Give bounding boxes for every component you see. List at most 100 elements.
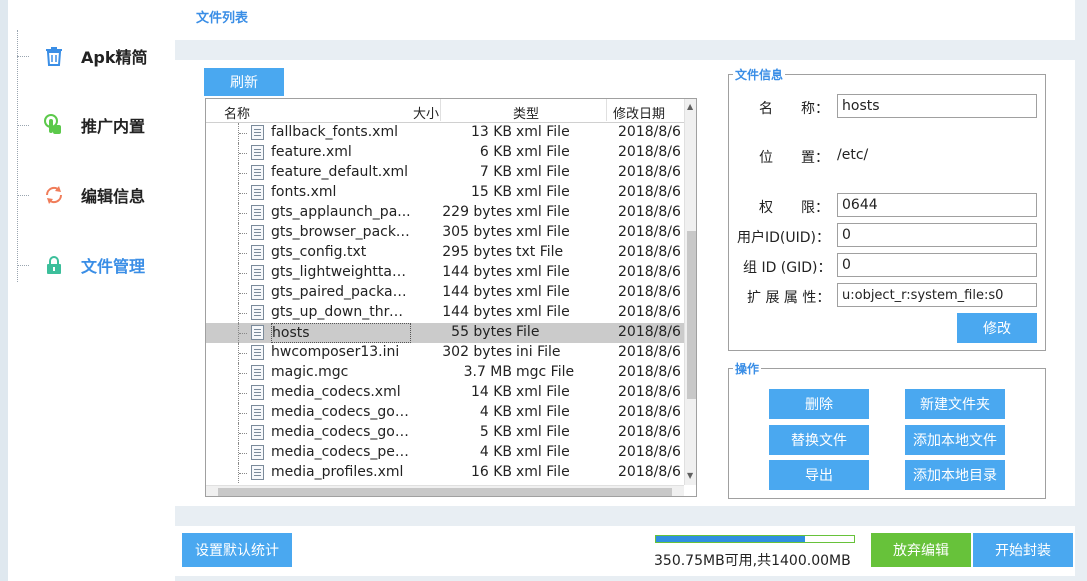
file-rows: fallback_fonts.xml 13 KB xml File 2018/8/6 …	[206, 123, 694, 486]
new-folder-button[interactable]: 新建文件夹	[905, 389, 1005, 419]
file-size: 295 bytes	[442, 244, 512, 260]
table-row[interactable]: feature_default.xml 7 KB xml File 2018/8/6 …	[206, 163, 694, 183]
table-row[interactable]: fallback_fonts.xml 13 KB xml File 2018/8/6 …	[206, 123, 694, 143]
scroll-up-icon[interactable]: ▲	[687, 102, 693, 111]
sidebar-item-apk-slim[interactable]: Apk精简	[17, 36, 167, 76]
start-package-button[interactable]: 开始封装	[973, 533, 1073, 567]
column-header-type[interactable]: 类型	[513, 103, 539, 122]
table-row[interactable]: gts_lightweighttas... 144 bytes xml File 20…	[206, 263, 694, 283]
file-date: 2018/8/6 1	[618, 424, 695, 440]
gid-field[interactable]	[837, 253, 1037, 277]
sidebar-item-edit-info[interactable]: 编辑信息	[17, 175, 167, 215]
extended-attr-field[interactable]	[837, 283, 1037, 307]
discard-edit-button[interactable]: 放弃编辑	[871, 533, 971, 567]
file-icon	[251, 325, 264, 340]
tree-connector	[238, 383, 248, 403]
name-field[interactable]	[837, 94, 1037, 118]
file-type: xml File	[516, 384, 570, 400]
file-name: gts_config.txt	[271, 244, 367, 260]
file-list[interactable]: 名称 大小 类型 修改日期 fallback_fonts.xml 13 KB xml…	[205, 98, 697, 497]
sidebar-item-label: Apk精简	[81, 48, 148, 67]
file-icon	[251, 305, 264, 320]
column-header-date[interactable]: 修改日期	[613, 103, 665, 122]
file-name: gts_up_down_thres...	[271, 304, 411, 320]
file-date: 2018/8/6 1	[618, 124, 695, 140]
vertical-scrollbar[interactable]: ▲ ▼	[684, 99, 696, 485]
sidebar-item-file-management[interactable]: 文件管理	[17, 245, 167, 285]
table-row[interactable]: hwcomposer13.ini 302 bytes ini File 2018/8/…	[206, 343, 694, 363]
file-name: media_codecs.xml	[271, 384, 401, 400]
file-icon	[251, 365, 264, 380]
add-local-file-button[interactable]: 添加本地文件	[905, 425, 1005, 455]
table-row[interactable]: gts_paired_packag... 144 bytes xml File 201…	[206, 283, 694, 303]
file-date: 2018/8/6 1	[618, 284, 695, 300]
table-row[interactable]: media_codecs_goo... 5 KB xml File 2018/8/6 …	[206, 423, 694, 443]
file-icon	[251, 465, 264, 480]
file-icon	[251, 225, 264, 240]
table-row[interactable]: fonts.xml 15 KB xml File 2018/8/6 1	[206, 183, 694, 203]
replace-file-button[interactable]: 替换文件	[769, 425, 869, 455]
file-date: 2018/8/6 1	[618, 184, 695, 200]
tree-connector	[238, 323, 248, 343]
file-icon	[251, 205, 264, 220]
modify-button[interactable]: 修改	[957, 313, 1037, 343]
file-type: xml File	[516, 264, 570, 280]
file-size: 302 bytes	[442, 344, 512, 360]
table-row[interactable]: gts_browser_packa... 305 bytes xml File 201…	[206, 223, 694, 243]
table-row[interactable]: gts_up_down_thres... 144 bytes xml File 201…	[206, 303, 694, 323]
file-icon	[251, 285, 264, 300]
column-header-name[interactable]: 名称	[224, 103, 250, 122]
export-button[interactable]: 导出	[769, 460, 869, 490]
sidebar: Apk精简 推广内置 编辑信息 文件管理	[0, 0, 175, 581]
storage-progress-bar	[655, 535, 855, 543]
touch-app-icon	[41, 112, 67, 138]
file-type: xml File	[516, 164, 570, 180]
column-header-size[interactable]: 大小	[413, 103, 439, 122]
uid-field[interactable]	[837, 223, 1037, 247]
table-row[interactable]: gts_applaunch_pa... 229 bytes xml File 2018…	[206, 203, 694, 223]
file-list-header: 名称 大小 类型 修改日期	[206, 99, 684, 123]
horizontal-scrollbar[interactable]	[206, 485, 684, 496]
table-row[interactable]: magic.mgc 3.7 MB mgc File 2018/8/6 1	[206, 363, 694, 383]
tree-connector	[238, 283, 248, 303]
tree-connector	[238, 183, 248, 203]
gid-label: 组 ID (GID)：	[743, 260, 832, 276]
storage-text: 350.75MB可用,共1400.00MB	[654, 553, 851, 569]
file-size: 4 KB	[479, 404, 512, 420]
set-default-stats-button[interactable]: 设置默认统计	[182, 533, 292, 567]
file-icon	[251, 445, 264, 460]
tree-connector	[238, 123, 248, 143]
table-row[interactable]: gts_config.txt 295 bytes txt File 2018/8/6 …	[206, 243, 694, 263]
scroll-down-icon[interactable]: ▼	[687, 471, 693, 480]
file-size: 15 KB	[470, 184, 512, 200]
table-row[interactable]: media_codecs.xml 14 KB xml File 2018/8/6 1	[206, 383, 694, 403]
tree-connector	[238, 303, 248, 323]
table-row[interactable]: feature.xml 6 KB xml File 2018/8/6 1	[206, 143, 694, 163]
delete-button[interactable]: 删除	[769, 389, 869, 419]
table-row[interactable]: media_codecs_perf... 4 KB xml File 2018/8/6…	[206, 443, 694, 463]
file-icon	[251, 345, 264, 360]
refresh-button[interactable]: 刷新	[204, 68, 284, 96]
tree-connector	[17, 264, 29, 266]
scrollbar-thumb[interactable]	[687, 231, 696, 399]
sidebar-edge	[0, 0, 8, 581]
file-type: xml File	[516, 304, 570, 320]
file-icon	[251, 245, 264, 260]
file-info-group: 文件信息 名 称： 位 置： /etc/ 权 限： 用户ID(UID)： 组 I…	[728, 66, 1046, 351]
permission-field[interactable]	[837, 193, 1037, 217]
scrollbar-thumb[interactable]	[218, 488, 672, 496]
tree-connector	[238, 243, 248, 263]
sidebar-item-promotion[interactable]: 推广内置	[17, 105, 167, 145]
tree-connector	[17, 55, 29, 57]
file-icon	[251, 125, 264, 140]
tree-connector	[238, 423, 248, 443]
tree-connector	[238, 463, 248, 483]
file-size: 305 bytes	[442, 224, 512, 240]
add-local-dir-button[interactable]: 添加本地目录	[905, 460, 1005, 490]
table-row[interactable]: hosts 55 bytes File 2018/8/6 1	[206, 323, 694, 343]
sidebar-item-label: 推广内置	[81, 117, 146, 136]
file-type: xml File	[516, 444, 570, 460]
table-row[interactable]: media_codecs_goo... 4 KB xml File 2018/8/6 …	[206, 403, 694, 423]
file-size: 144 bytes	[442, 264, 512, 280]
table-row[interactable]: media_profiles.xml 16 KB xml File 2018/8/6 …	[206, 463, 694, 483]
